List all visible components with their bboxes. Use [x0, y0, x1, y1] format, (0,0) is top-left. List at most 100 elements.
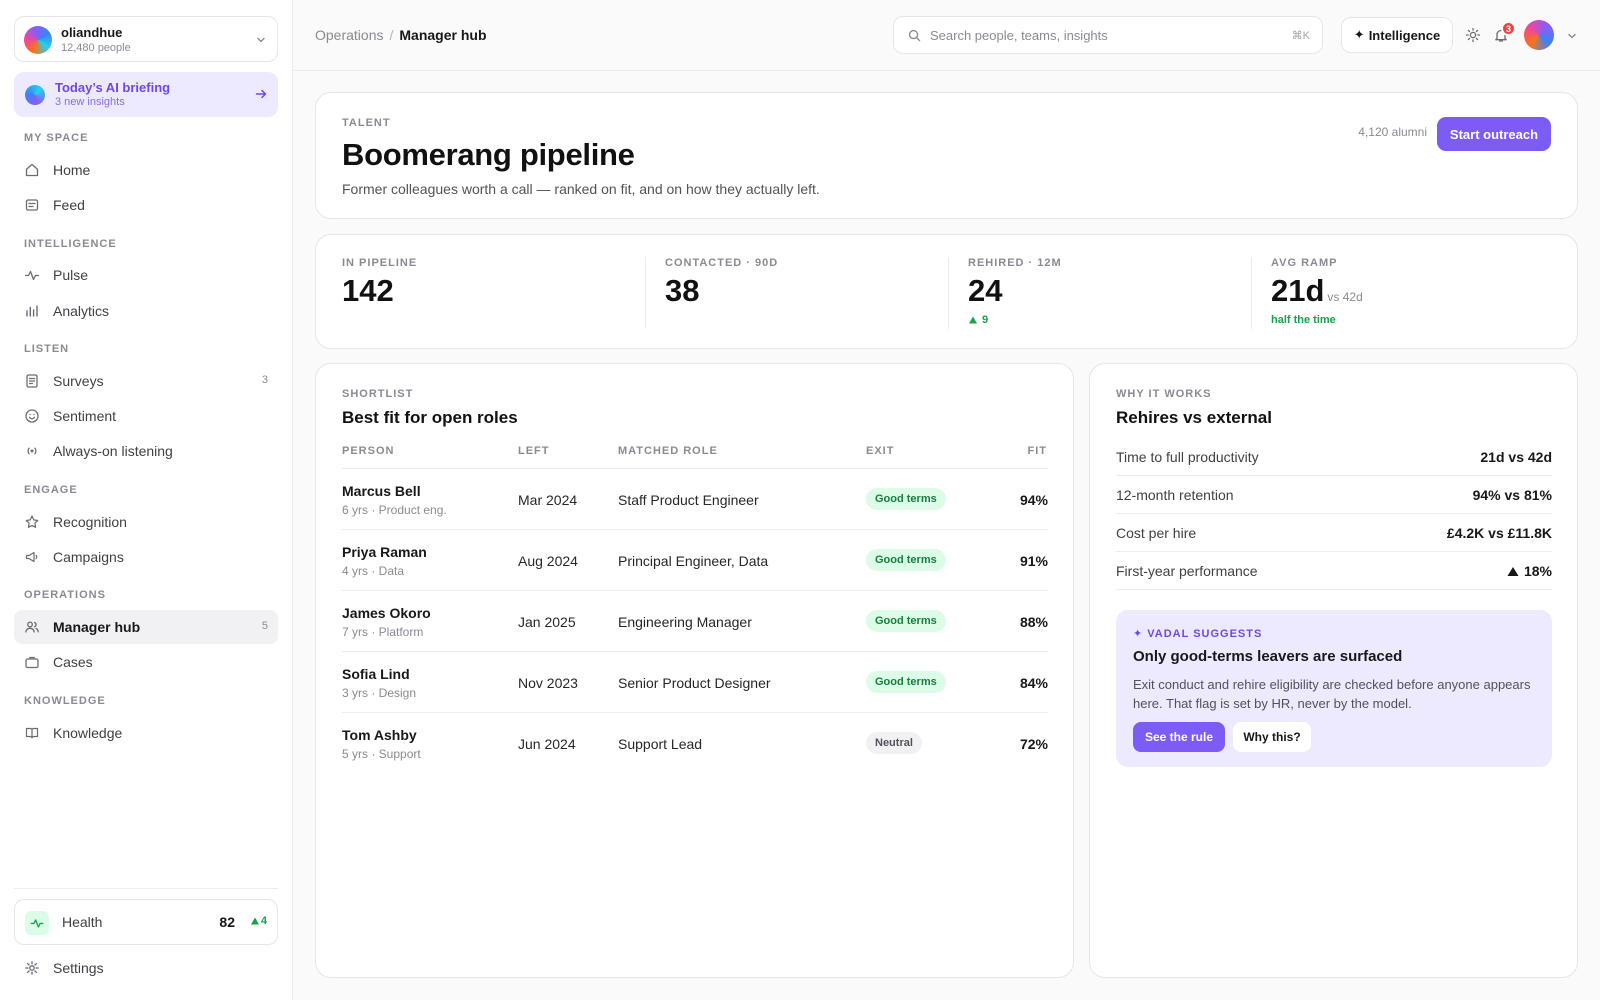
person-name[interactable]: Priya Raman	[342, 544, 427, 560]
matched-role: Engineering Manager	[618, 614, 752, 630]
person-meta: 4 yrs · Data	[342, 564, 405, 578]
fit-score: 84%	[1019, 675, 1048, 691]
comparison-value-wrap: 18%	[1507, 563, 1552, 579]
card-eyebrow: WHY IT WORKS	[1116, 388, 1212, 400]
triangle-up-icon	[250, 917, 259, 925]
sidebar-item-label: Home	[53, 162, 91, 178]
person-name[interactable]: Tom Ashby	[342, 727, 417, 743]
comparison-label: Time to full productivity	[1116, 449, 1259, 465]
table-row[interactable]: Tom Ashby 5 yrs · Support Jun 2024 Suppo…	[342, 712, 1048, 773]
column-header-person[interactable]: PERSON	[342, 445, 394, 457]
kpi-label: REHIRED · 12M	[968, 257, 1062, 269]
card-title: Rehires vs external	[1116, 408, 1272, 427]
org-switcher[interactable]: oliandhue 12,480 people	[14, 16, 278, 62]
comparison-value: £4.2K vs £11.8K	[1446, 525, 1552, 541]
health-score-card[interactable]: Health 82 4	[14, 899, 278, 945]
person-name[interactable]: Sofia Lind	[342, 666, 410, 682]
exit-badge: Good terms	[866, 549, 946, 571]
exit-badge: Good terms	[866, 671, 946, 693]
column-header-left[interactable]: LEFT	[518, 445, 550, 457]
smile-icon	[24, 408, 40, 424]
person-meta: 6 yrs · Product eng.	[342, 503, 447, 517]
sidebar-item-label: Analytics	[53, 303, 110, 319]
exit-badge: Neutral	[866, 732, 922, 754]
sidebar-item-pulse[interactable]: Pulse	[14, 258, 278, 292]
org-name: oliandhue	[61, 25, 123, 40]
sidebar-item-manager-hub[interactable]: Manager hub 5	[14, 610, 278, 644]
kpi-value: 142	[342, 273, 394, 308]
person-name[interactable]: Marcus Bell	[342, 483, 421, 499]
nav-count-badge: 3	[261, 374, 268, 386]
comparison-row: First-year performance 18%	[1116, 552, 1552, 590]
sidebar-item-feed[interactable]: Feed	[14, 188, 278, 222]
sidebar-item-sentiment[interactable]: Sentiment	[14, 399, 278, 433]
sidebar-item-knowledge[interactable]: Knowledge	[14, 716, 278, 750]
sidebar-item-label: Recognition	[53, 514, 127, 530]
arrow-right-icon	[254, 87, 268, 101]
search-shortcut: ⌘K	[1291, 30, 1310, 42]
why-this-button[interactable]: Why this?	[1233, 722, 1311, 752]
see-the-rule-button[interactable]: See the rule	[1133, 722, 1225, 752]
comparison-row: Cost per hire £4.2K vs £11.8K	[1116, 514, 1552, 552]
start-outreach-button[interactable]: Start outreach	[1437, 117, 1551, 151]
comparison-row: Time to full productivity 21d vs 42d	[1116, 438, 1552, 476]
column-header-matched-role[interactable]: MATCHED ROLE	[618, 445, 718, 457]
sidebar-item-settings[interactable]: Settings	[14, 951, 278, 985]
sidebar-item-label: Knowledge	[53, 725, 123, 741]
broadcast-icon	[24, 443, 40, 459]
sidebar-item-cases[interactable]: Cases	[14, 645, 278, 679]
sidebar-item-home[interactable]: Home	[14, 153, 278, 187]
intelligence-button[interactable]: ✦ Intelligence	[1341, 17, 1453, 53]
breadcrumb-parent[interactable]: Operations	[315, 27, 383, 43]
left-date: Aug 2024	[518, 553, 578, 569]
search-input[interactable]: Search people, teams, insights ⌘K	[893, 16, 1323, 54]
comparison-row: 12-month retention 94% vs 81%	[1116, 476, 1552, 514]
why-it-works-card: WHY IT WORKS Rehires vs external Time to…	[1089, 363, 1578, 978]
kpi-value: 24	[968, 273, 1003, 308]
fit-score: 94%	[1019, 492, 1048, 508]
person-meta: 7 yrs · Platform	[342, 625, 424, 639]
ai-suggestion-panel: ✦ VADAL SUGGESTS Only good-terms leavers…	[1116, 610, 1552, 767]
kpi-value: 21d	[1271, 273, 1325, 308]
card-eyebrow: SHORTLIST	[342, 388, 414, 400]
table-row[interactable]: Marcus Bell 6 yrs · Product eng. Mar 202…	[342, 468, 1048, 529]
chevron-down-icon[interactable]	[1566, 30, 1578, 42]
sparkle-icon: ✦	[1353, 27, 1365, 42]
fit-score: 72%	[1019, 736, 1048, 752]
comparison-value: 21d vs 42d	[1480, 449, 1552, 465]
triangle-up-icon	[1507, 566, 1519, 576]
person-meta: 3 yrs · Design	[342, 686, 417, 700]
person-name[interactable]: James Okoro	[342, 605, 431, 621]
column-header-fit[interactable]: FIT	[1028, 445, 1048, 457]
exit-badge: Good terms	[866, 488, 946, 510]
left-date: Jun 2024	[518, 736, 576, 752]
sidebar-item-recognition[interactable]: Recognition	[14, 505, 278, 539]
matched-role: Staff Product Engineer	[618, 492, 759, 508]
health-delta: 4	[250, 915, 267, 927]
sun-icon[interactable]	[1465, 27, 1481, 43]
comparison-value: 94% vs 81%	[1472, 487, 1552, 503]
kpi-delta-value: 9	[982, 314, 989, 326]
sidebar-item-campaigns[interactable]: Campaigns	[14, 540, 278, 574]
sidebar-item-surveys[interactable]: Surveys 3	[14, 364, 278, 398]
table-row[interactable]: James Okoro 7 yrs · Platform Jan 2025 En…	[342, 590, 1048, 651]
table-row[interactable]: Sofia Lind 3 yrs · Design Nov 2023 Senio…	[342, 651, 1048, 712]
matched-role: Support Lead	[618, 736, 703, 752]
column-header-exit[interactable]: EXIT	[866, 445, 894, 457]
table-row[interactable]: Priya Raman 4 yrs · Data Aug 2024 Princi…	[342, 529, 1048, 590]
page-header-card: TALENT Boomerang pipeline Former colleag…	[315, 92, 1578, 219]
ai-briefing-card[interactable]: Today’s AI briefing 3 new insights	[14, 72, 278, 117]
sidebar-item-label: Always-on listening	[53, 443, 173, 459]
briefcase-icon	[24, 654, 40, 670]
avatar[interactable]	[1524, 20, 1554, 50]
sidebar-item-analytics[interactable]: Analytics	[14, 294, 278, 328]
comparison-value: 18%	[1523, 563, 1552, 579]
briefing-title: Today’s AI briefing	[55, 80, 171, 95]
sidebar: oliandhue 12,480 people Today’s AI brief…	[0, 0, 293, 1000]
sidebar-item-label: Settings	[53, 960, 104, 976]
kpi-value-wrap: 21d vs 42d	[1271, 273, 1363, 309]
kpi-delta: 9	[968, 314, 988, 326]
kpi-in-pipeline: IN PIPELINE 142	[342, 235, 622, 350]
sidebar-item-always-on-listening[interactable]: Always-on listening	[14, 434, 278, 468]
ai-orb-icon	[25, 85, 45, 105]
